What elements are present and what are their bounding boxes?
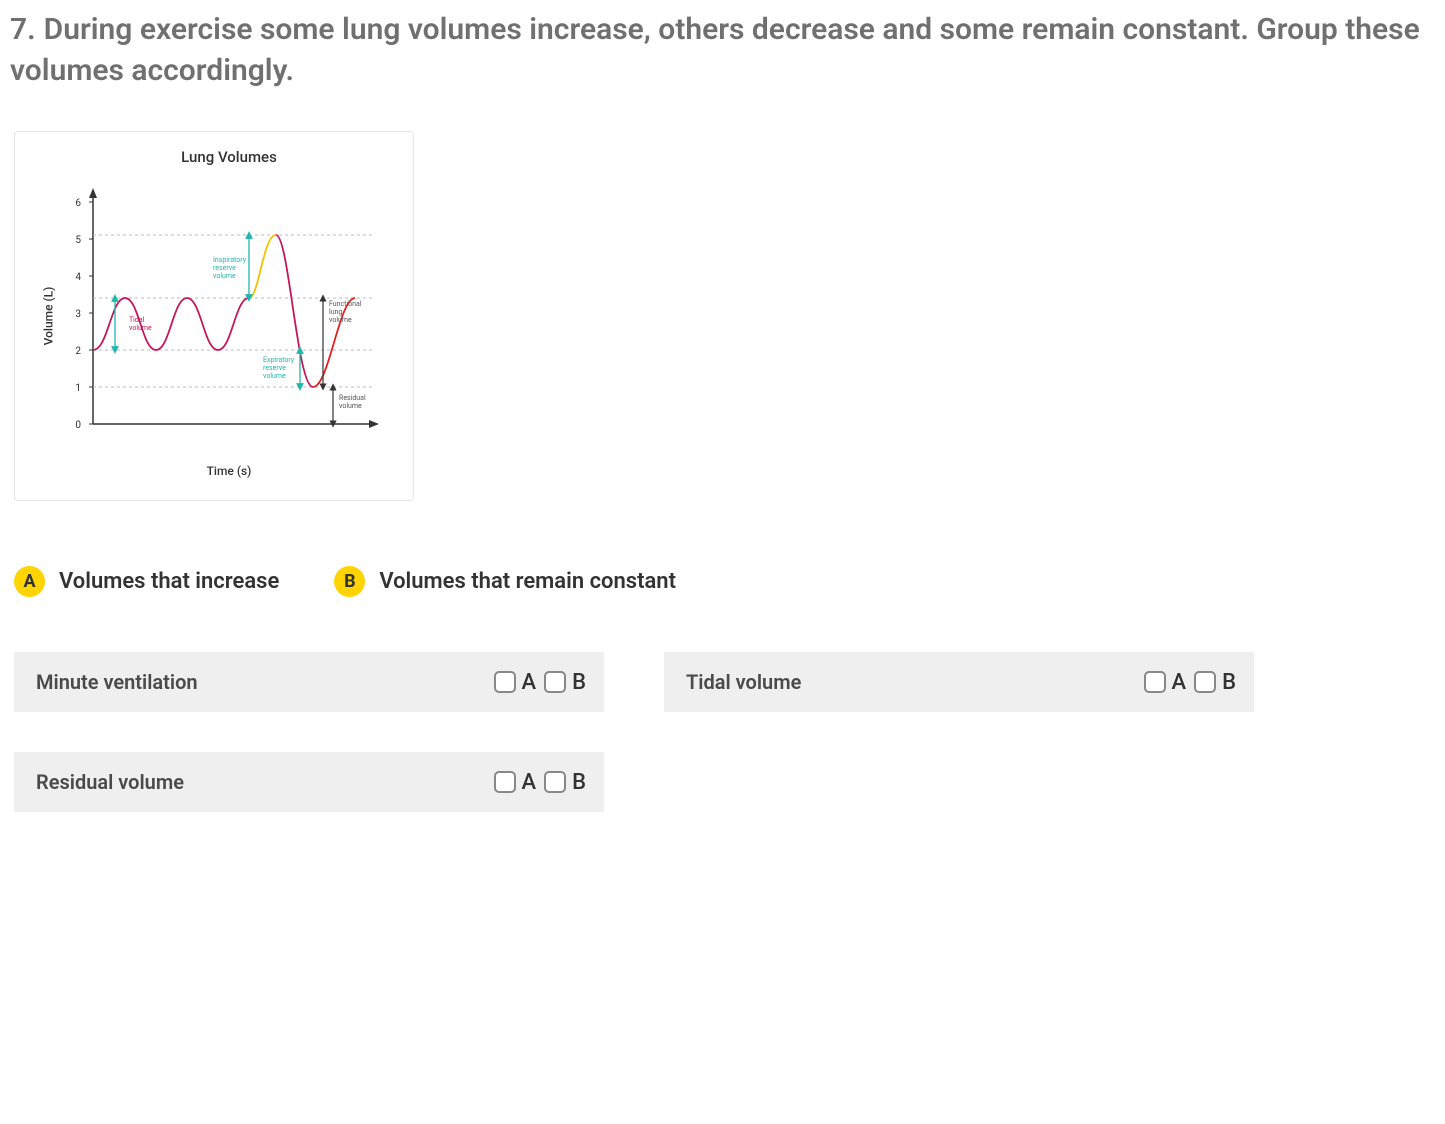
item-residual-volume: Residual volume A B: [14, 752, 604, 812]
ytick-3: 3: [75, 309, 81, 320]
item-checks: A B: [1144, 670, 1236, 695]
figure-card: Lung Volumes Volume (L) 0 1 2 3 4 5 6: [14, 131, 414, 501]
item-label: Minute ventilation: [36, 670, 198, 694]
label-irv: Inspiratoryreservevolume: [213, 256, 247, 280]
label-erv: Expiratoryreservevolume: [263, 356, 295, 380]
check-a[interactable]: A: [494, 770, 537, 795]
check-a[interactable]: A: [1144, 670, 1187, 695]
item-minute-ventilation: Minute ventilation A B: [14, 652, 604, 712]
item-tidal-volume: Tidal volume A B: [664, 652, 1254, 712]
category-legend: A Volumes that increase B Volumes that r…: [14, 566, 1445, 597]
label-functional: Functionallungvolume: [329, 300, 362, 324]
ytick-1: 1: [75, 383, 81, 394]
ytick-0: 0: [75, 420, 81, 431]
items-grid: Minute ventilation A B Tidal volume A B …: [14, 652, 1445, 812]
category-a-label: Volumes that increase: [59, 569, 279, 594]
check-a[interactable]: A: [494, 670, 537, 695]
item-checks: A B: [494, 670, 586, 695]
check-b[interactable]: B: [544, 670, 586, 695]
x-axis-label: Time (s): [55, 464, 403, 478]
check-b[interactable]: B: [1194, 670, 1236, 695]
ytick-2: 2: [75, 346, 81, 357]
ytick-5: 5: [75, 235, 81, 246]
item-checks: A B: [494, 770, 586, 795]
check-b[interactable]: B: [544, 770, 586, 795]
trace-inspiration: [249, 235, 276, 298]
category-b: B Volumes that remain constant: [334, 566, 676, 597]
question-header: 7.During exercise some lung volumes incr…: [0, 0, 1445, 91]
item-label: Tidal volume: [686, 670, 801, 694]
category-a: A Volumes that increase: [14, 566, 279, 597]
ytick-6: 6: [75, 198, 81, 209]
question-number: 7.: [10, 12, 36, 47]
y-axis-label: Volume (L): [41, 287, 55, 346]
category-b-label: Volumes that remain constant: [379, 569, 676, 594]
trace-normal: [93, 298, 249, 350]
question-text: During exercise some lung volumes increa…: [10, 12, 1420, 88]
label-residual: Residualvolume: [339, 394, 366, 410]
item-label: Residual volume: [36, 770, 184, 794]
lung-volume-chart: 0 1 2 3 4 5 6: [53, 174, 403, 454]
label-tidal: Tidalvolume: [129, 316, 152, 332]
figure-title: Lung Volumes: [55, 148, 403, 166]
badge-b: B: [334, 566, 365, 597]
ytick-4: 4: [75, 272, 81, 283]
badge-a: A: [14, 566, 45, 597]
